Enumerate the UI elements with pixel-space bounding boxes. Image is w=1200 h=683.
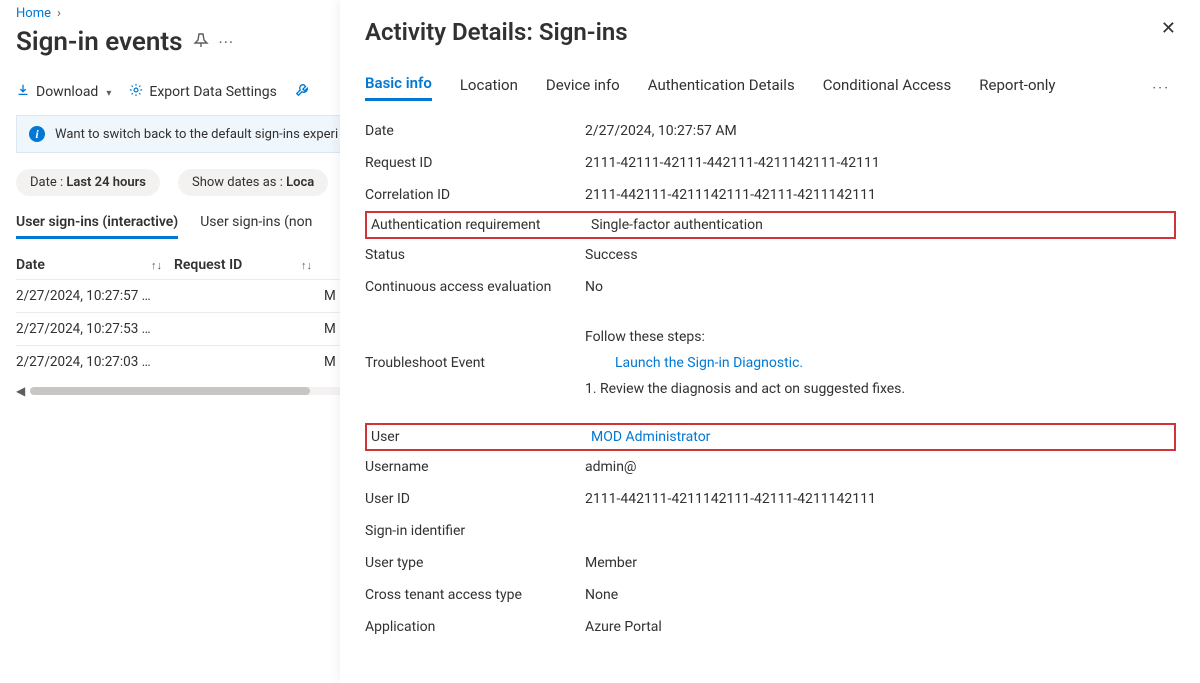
tabs-ellipsis-icon[interactable]: ··· [1152, 79, 1170, 97]
field-label: User [371, 429, 591, 445]
field-value: Success [585, 247, 1176, 263]
panel-tabs: Basic info Location Device info Authenti… [365, 74, 1176, 101]
cell-cut: M [324, 321, 336, 337]
field-label: Troubleshoot Event [365, 355, 585, 371]
info-banner-text: Want to switch back to the default sign-… [55, 127, 338, 142]
export-settings-button[interactable]: Export Data Settings [129, 83, 276, 101]
field-label: Continuous access evaluation [365, 279, 585, 295]
cell-requestid [174, 354, 324, 370]
download-label: Download [36, 84, 98, 100]
field-value: None [585, 587, 1176, 603]
field-user: User MOD Administrator [365, 423, 1176, 451]
field-user-type: User type Member [365, 547, 1176, 579]
field-label: Date [365, 123, 585, 139]
troubleshoot-follow: Follow these steps: [585, 329, 1176, 345]
col-header-requestid[interactable]: Request ID ↑↓ [174, 257, 324, 273]
export-settings-label: Export Data Settings [149, 84, 276, 100]
field-request-id: Request ID 2111-42111-42111-442111-42111… [365, 147, 1176, 179]
gear-icon [129, 83, 143, 101]
field-value: 2/27/2024, 10:27:57 AM [585, 123, 1176, 139]
field-troubleshoot-event: Troubleshoot Event Follow these steps: L… [365, 321, 1176, 405]
tab-basic-info[interactable]: Basic info [365, 74, 432, 101]
details-panel: Activity Details: Sign-ins ✕ Basic info … [340, 0, 1200, 683]
cell-date: 2/27/2024, 10:27:03 … [16, 354, 174, 370]
chevron-down-icon [104, 84, 111, 100]
field-value: Single-factor authentication [591, 217, 1170, 233]
launch-diagnostic-link[interactable]: Launch the Sign-in Diagnostic. [615, 355, 803, 371]
cell-date: 2/27/2024, 10:27:53 … [16, 321, 174, 337]
troubleshoot-step1: 1. Review the diagnosis and act on sugge… [585, 381, 1176, 397]
scroll-left-icon[interactable]: ◀ [16, 384, 28, 398]
tab-conditional-access[interactable]: Conditional Access [823, 76, 952, 100]
chevron-right-icon: › [57, 6, 61, 21]
col-header-date[interactable]: Date ↑↓ [16, 257, 174, 273]
sort-icon: ↑↓ [301, 259, 312, 272]
field-label: Cross tenant access type [365, 587, 585, 603]
field-correlation-id: Correlation ID 2111-442111-4211142111-42… [365, 179, 1176, 211]
field-label: Username [365, 459, 585, 475]
tab-report-only[interactable]: Report-only [979, 76, 1055, 100]
field-signin-identifier: Sign-in identifier [365, 515, 1176, 547]
tab-authentication-details[interactable]: Authentication Details [648, 76, 795, 100]
field-label: Status [365, 247, 585, 263]
field-value: 2111-42111-42111-442111-4211142111-42111 [585, 155, 1176, 171]
field-label: User type [365, 555, 585, 571]
panel-title: Activity Details: Sign-ins [365, 18, 628, 46]
troubleshoot-button-cut[interactable] [295, 83, 309, 101]
tab-noninteractive[interactable]: User sign-ins (non [200, 214, 312, 239]
date-filter-pill[interactable]: Date : Last 24 hours [16, 169, 160, 196]
field-cae: Continuous access evaluation No [365, 271, 1176, 303]
field-label: Sign-in identifier [365, 523, 585, 539]
cell-cut: M [324, 354, 336, 370]
tab-device-info[interactable]: Device info [546, 76, 620, 100]
field-username: Username admin@ [365, 451, 1176, 483]
field-date: Date 2/27/2024, 10:27:57 AM [365, 115, 1176, 147]
info-icon: i [29, 126, 45, 142]
field-value-group: Follow these steps: Launch the Sign-in D… [585, 329, 1176, 397]
basic-info-content: Date 2/27/2024, 10:27:57 AM Request ID 2… [365, 115, 1176, 643]
field-value: 2111-442111-4211142111-42111-4211142111 [585, 187, 1176, 203]
field-label: Authentication requirement [371, 217, 591, 233]
cell-requestid [174, 288, 324, 304]
field-label: User ID [365, 491, 585, 507]
download-icon [16, 83, 30, 101]
field-value: Azure Portal [585, 619, 1176, 635]
cell-requestid [174, 321, 324, 337]
field-user-id: User ID 2111-442111-4211142111-42111-421… [365, 483, 1176, 515]
page-title: Sign-in events [16, 27, 183, 57]
field-value: No [585, 279, 1176, 295]
app-root: Home › Sign-in events ··· Download [0, 0, 1200, 683]
field-value: admin@ [585, 459, 1176, 475]
field-label: Request ID [365, 155, 585, 171]
field-label: Correlation ID [365, 187, 585, 203]
close-icon[interactable]: ✕ [1161, 18, 1176, 39]
wrench-icon [295, 83, 309, 101]
download-button[interactable]: Download [16, 83, 111, 101]
tab-interactive[interactable]: User sign-ins (interactive) [16, 214, 178, 239]
cell-cut: M [324, 288, 336, 304]
panel-header: Activity Details: Sign-ins ✕ [365, 18, 1176, 46]
field-application: Application Azure Portal [365, 611, 1176, 643]
field-status: Status Success [365, 239, 1176, 271]
tab-location[interactable]: Location [460, 76, 518, 100]
user-link[interactable]: MOD Administrator [591, 429, 710, 445]
showdates-filter-pill[interactable]: Show dates as : Loca [178, 169, 328, 196]
cell-date: 2/27/2024, 10:27:57 … [16, 288, 174, 304]
field-value: 2111-442111-4211142111-42111-4211142111 [585, 491, 1176, 507]
breadcrumb-home-link[interactable]: Home [16, 6, 51, 21]
pin-icon[interactable] [193, 32, 209, 52]
field-cross-tenant-access-type: Cross tenant access type None [365, 579, 1176, 611]
field-value: Member [585, 555, 1176, 571]
sort-icon: ↑↓ [151, 259, 162, 272]
field-authentication-requirement: Authentication requirement Single-factor… [365, 211, 1176, 239]
scroll-thumb[interactable] [30, 387, 310, 395]
ellipsis-icon[interactable]: ··· [219, 33, 235, 52]
field-label: Application [365, 619, 585, 635]
